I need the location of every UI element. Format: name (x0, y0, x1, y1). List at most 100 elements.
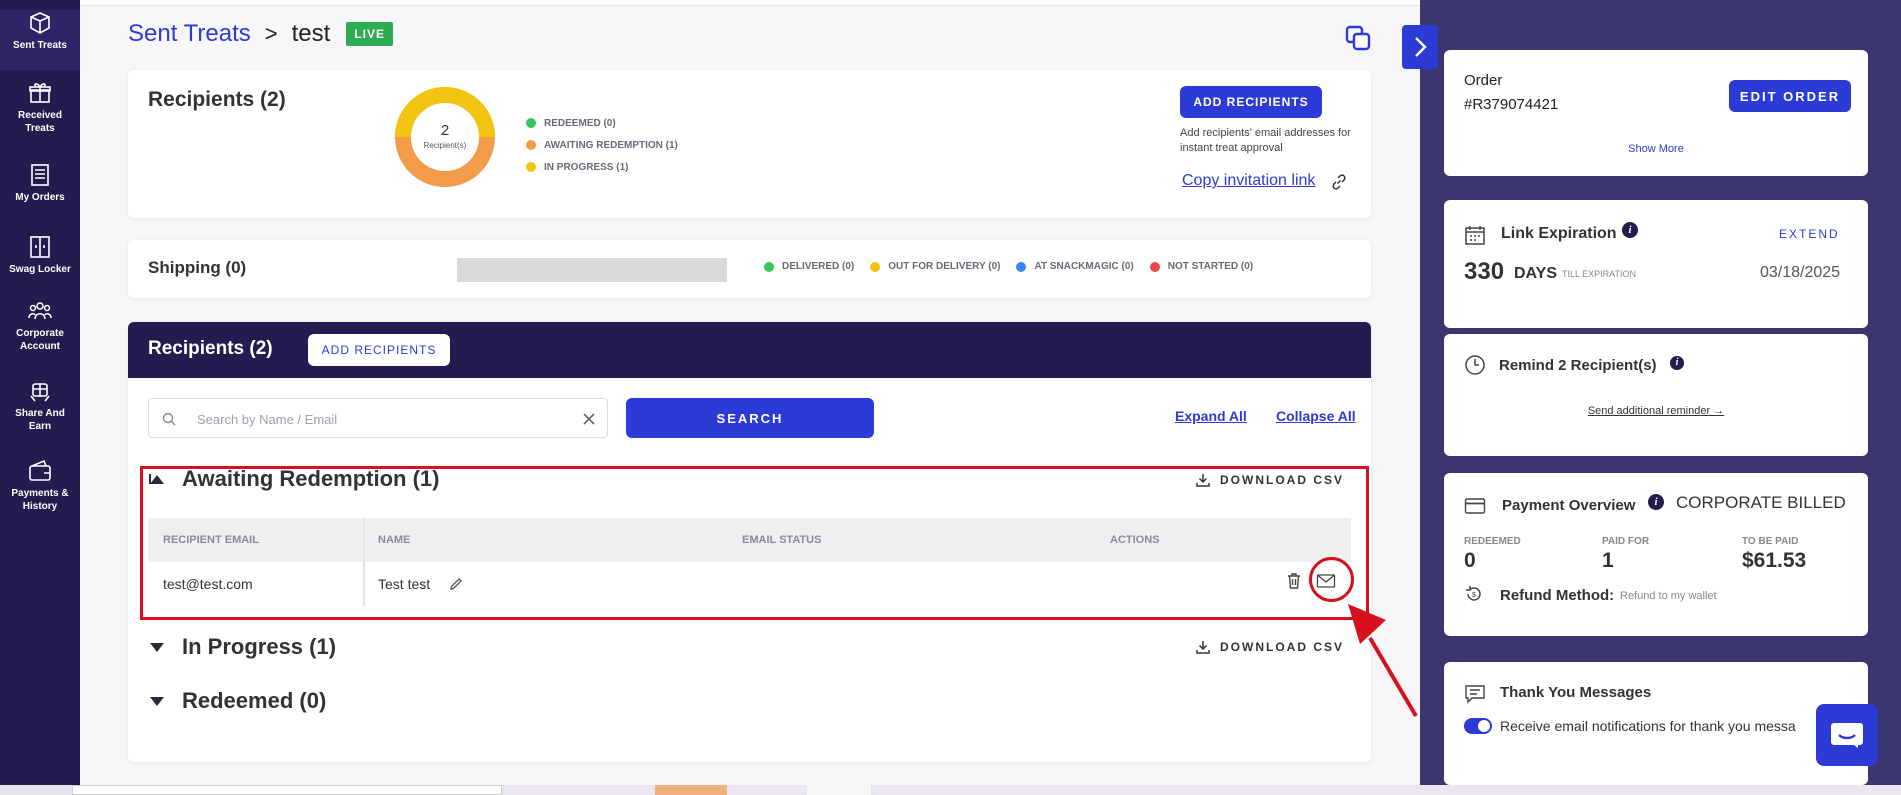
thank-you-card: Thank You Messages Receive email notific… (1444, 662, 1868, 785)
order-number: #R379074421 (1464, 96, 1559, 113)
billing-type: CORPORATE BILLED (1676, 493, 1846, 512)
add-recipients-button-secondary[interactable]: ADD RECIPIENTS (308, 334, 450, 366)
stat-value: 1 (1602, 549, 1614, 572)
nav-label: Swag Locker (9, 264, 71, 275)
shipping-legend: DELIVERED (0) OUT FOR DELIVERY (0) AT SN… (764, 261, 1269, 272)
nav-label: Corporate Account (16, 328, 64, 352)
download-csv-label: DOWNLOAD CSV (1220, 640, 1344, 654)
thank-you-toggle-label: Receive email notifications for thank yo… (1500, 718, 1796, 734)
collapse-all-link[interactable]: Collapse All (1276, 408, 1356, 424)
show-more-link[interactable]: Show More (1444, 143, 1868, 155)
edit-order-button[interactable]: EDIT ORDER (1729, 80, 1851, 112)
taskbar-window[interactable] (655, 785, 727, 795)
nav-my-orders[interactable]: My Orders (0, 162, 80, 212)
extend-link[interactable]: EXTEND (1779, 227, 1840, 241)
chat-bubble-icon (1465, 685, 1485, 704)
redeemed-dot (526, 118, 536, 128)
remind-card: Remind 2 Recipient(s) i Send additional … (1444, 334, 1868, 456)
info-icon[interactable]: i (1670, 356, 1684, 370)
annotation-arrow (1348, 604, 1418, 718)
nav-share-and-earn[interactable]: Share And Earn (0, 378, 80, 440)
legend-not-started: NOT STARTED (0) (1149, 261, 1254, 272)
add-recipients-help: Add recipients' email addresses for inst… (1180, 127, 1351, 154)
nav-payments-history[interactable]: Payments & History (0, 458, 80, 520)
stat-value: 0 (1464, 549, 1476, 572)
not-started-dot (1149, 261, 1160, 272)
donut-caption: Recipient(s) (423, 141, 467, 150)
out-for-delivery-dot (870, 261, 881, 272)
highlight-box (140, 466, 1369, 620)
breadcrumb: Sent Treats > test LIVE (128, 20, 393, 48)
nav-corporate-account[interactable]: Corporate Account (0, 298, 80, 360)
legend-label: AT SNACKMAGIC (0) (1034, 261, 1134, 272)
credit-card-icon (1464, 498, 1486, 514)
download-icon (1196, 641, 1210, 654)
taskbar-window[interactable] (727, 785, 807, 795)
panel-toggle-button[interactable] (1402, 25, 1438, 69)
status-badge: LIVE (346, 22, 393, 46)
legend-redeemed: REDEEMED (0) (526, 112, 678, 134)
taskbar-window[interactable] (875, 785, 1901, 795)
search-input[interactable] (197, 407, 567, 431)
taskbar-window[interactable] (72, 785, 502, 795)
clear-icon[interactable] (581, 411, 597, 427)
recipients-summary-card: Recipients (2) 2 Recipient(s) REDEEMED (… (128, 70, 1371, 218)
expiration-days-unit: DAYS (1514, 265, 1557, 282)
info-icon[interactable]: i (1622, 222, 1638, 238)
top-bar (80, 0, 1420, 6)
awaiting-dot (526, 140, 536, 150)
nav-swag-locker[interactable]: Swag Locker (0, 234, 80, 284)
download-csv-button[interactable]: DOWNLOAD CSV (1196, 640, 1344, 654)
gift-icon (29, 83, 51, 103)
remind-title: Remind 2 Recipient(s) (1499, 357, 1657, 374)
info-icon[interactable]: i (1648, 494, 1664, 510)
thank-you-toggle[interactable] (1464, 718, 1492, 734)
refund-method-value: Refund to my wallet (1620, 590, 1717, 602)
legend-label: OUT FOR DELIVERY (0) (888, 261, 1001, 272)
nav-label: Payments & History (11, 488, 69, 512)
breadcrumb-current: test (291, 20, 331, 47)
caret-down-icon[interactable] (148, 640, 166, 654)
nav-received-treats[interactable]: Received Treats (0, 80, 80, 142)
legend-label: IN PROGRESS (1) (544, 161, 629, 173)
chat-icon (1831, 723, 1863, 748)
group-title-in-progress[interactable]: In Progress (1) (182, 634, 336, 660)
refund-icon: $ (1466, 586, 1481, 601)
caret-down-icon[interactable] (148, 694, 166, 708)
nav-label: Sent Treats (13, 40, 67, 51)
search-icon (162, 412, 176, 426)
search-button[interactable]: SEARCH (626, 398, 874, 438)
locker-icon (30, 236, 50, 258)
chat-support-button[interactable] (1816, 704, 1878, 766)
group-title-redeemed[interactable]: Redeemed (0) (182, 688, 326, 714)
nav-sent-treats[interactable]: Sent Treats (0, 10, 80, 70)
donut-count: 2 (440, 122, 450, 139)
team-icon (28, 302, 52, 320)
legend-at-snackmagic: AT SNACKMAGIC (0) (1016, 261, 1134, 272)
copy-invitation-link[interactable]: Copy invitation link (1182, 172, 1315, 190)
stat-label: TO BE PAID (1742, 536, 1799, 547)
svg-text:$: $ (1472, 592, 1476, 599)
order-label: Order (1464, 72, 1503, 89)
till-expiration-label: TILL EXPIRATION (1562, 269, 1637, 279)
expand-all-link[interactable]: Expand All (1175, 408, 1247, 424)
share-gift-icon (30, 383, 50, 402)
at-snackmagic-dot (1016, 261, 1027, 272)
taskbar-window[interactable] (505, 785, 655, 795)
taskbar-window[interactable] (807, 785, 871, 795)
add-recipients-button[interactable]: ADD RECIPIENTS (1180, 86, 1322, 118)
send-reminder-link[interactable]: Send additional reminder → (1444, 405, 1868, 417)
link-icon[interactable] (1331, 174, 1347, 190)
legend-label: AWAITING REDEMPTION (1) (544, 139, 678, 151)
left-nav: Sent Treats Received Treats My Orders Sw… (0, 0, 80, 785)
nav-label: Received Treats (18, 110, 62, 134)
breadcrumb-separator: > (264, 21, 278, 46)
shipping-card: Shipping (0) DELIVERED (0) OUT FOR DELIV… (128, 240, 1371, 298)
receipt-icon (31, 164, 49, 186)
refund-method-label: Refund Method: (1500, 587, 1615, 604)
expiration-days: 330 (1464, 258, 1505, 285)
legend-label: NOT STARTED (0) (1167, 261, 1254, 272)
breadcrumb-parent[interactable]: Sent Treats (128, 20, 251, 48)
duplicate-icon[interactable] (1344, 24, 1372, 52)
order-card: Order #R379074421 EDIT ORDER Show More (1444, 50, 1868, 176)
